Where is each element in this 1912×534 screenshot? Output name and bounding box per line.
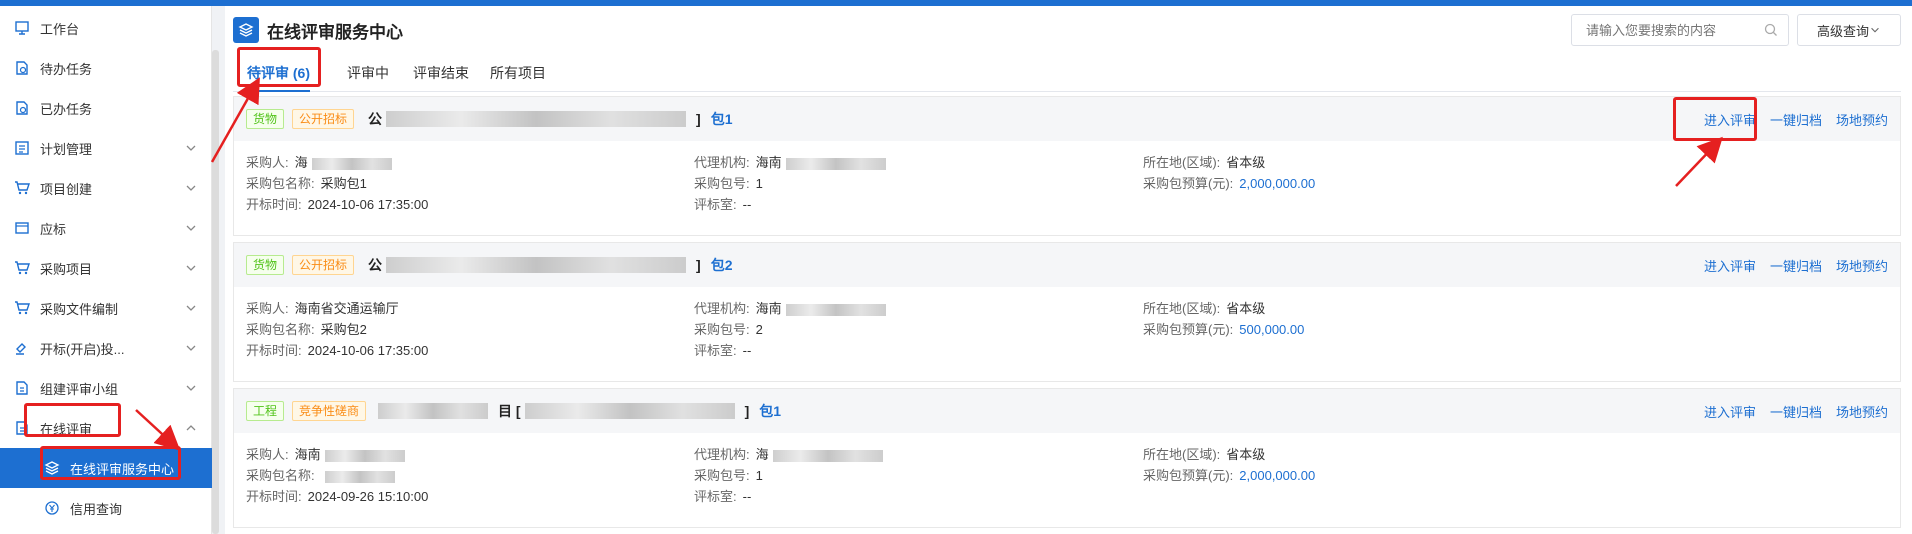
annotation-arrows bbox=[135, 77, 1723, 451]
arrow-line bbox=[135, 409, 181, 451]
arrow-line bbox=[210, 77, 260, 163]
arrow-line bbox=[1675, 136, 1723, 187]
